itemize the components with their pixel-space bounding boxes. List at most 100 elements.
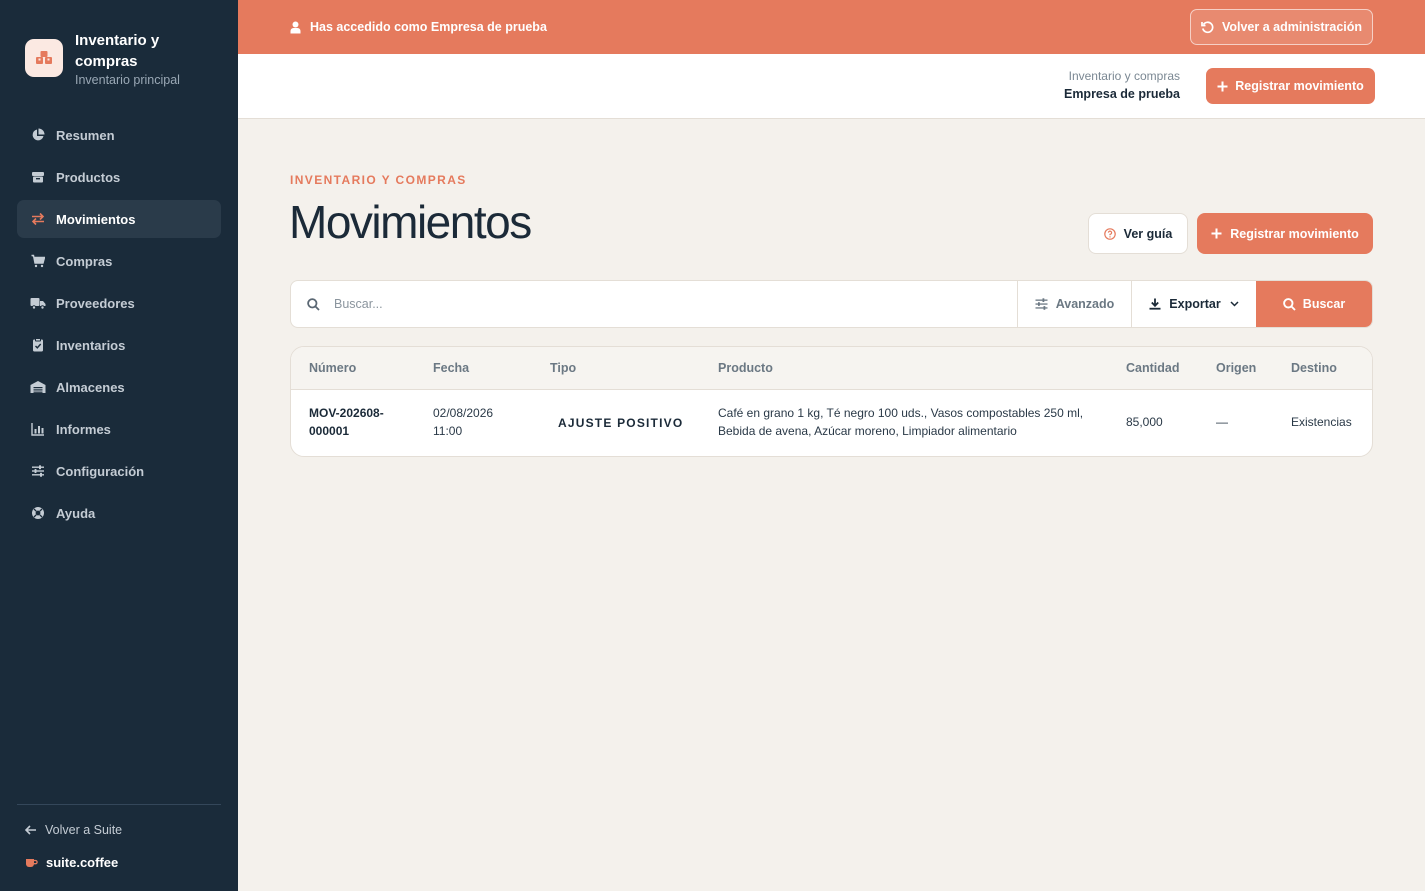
register-movement-label: Registrar movimiento: [1230, 226, 1359, 241]
advanced-filter-button[interactable]: Avanzado: [1017, 281, 1131, 327]
sidebar-item-label: Informes: [56, 421, 111, 437]
sidebar-item-productos[interactable]: Productos: [17, 158, 221, 196]
column-header-numero[interactable]: Número: [309, 361, 356, 375]
column-header-cantidad[interactable]: Cantidad: [1126, 361, 1179, 375]
plus-icon: [1217, 81, 1228, 92]
sidebar-item-label: Compras: [56, 253, 113, 269]
column-header-producto[interactable]: Producto: [718, 361, 773, 375]
cell-fecha-time: 11:00: [433, 424, 463, 438]
app-brand: Inventario y compras Inventario principa…: [25, 30, 195, 87]
cell-tipo: AJUSTE POSITIVO: [558, 414, 683, 432]
sidebar-item-informes[interactable]: Informes: [17, 410, 221, 448]
header-module: Inventario y compras: [1068, 69, 1180, 83]
arrow-left-icon: [25, 825, 37, 835]
clipboard-check-icon: [30, 337, 46, 353]
banner-message: Has accedido como Empresa de prueba: [290, 20, 547, 34]
cell-cantidad: 85,000: [1126, 415, 1163, 429]
column-header-fecha[interactable]: Fecha: [433, 361, 469, 375]
sidebar-item-configuracion[interactable]: Configuración: [17, 452, 221, 490]
bar-chart-icon: [30, 421, 46, 437]
cell-destino: Existencias: [1291, 415, 1352, 429]
cell-numero-line2: 000001: [309, 424, 350, 438]
coffee-cup-icon: [25, 857, 38, 868]
back-to-admin-label: Volver a administración: [1221, 20, 1363, 34]
help-circle-icon: [1103, 227, 1116, 240]
search-icon: [307, 297, 320, 311]
arrows-swap-icon: [30, 211, 46, 227]
app-title: Inventario y compras: [75, 32, 160, 70]
cell-origen: —: [1216, 415, 1228, 429]
user-icon: [290, 21, 301, 34]
sidebar-item-almacenes[interactable]: Almacenes: [17, 368, 221, 406]
sidebar-item-label: Productos: [56, 169, 121, 185]
plus-icon: [1211, 228, 1222, 239]
search-input[interactable]: [334, 297, 934, 311]
sidebar-item-resumen[interactable]: Resumen: [17, 116, 221, 154]
export-dropdown[interactable]: Exportar: [1131, 281, 1256, 327]
header-context: Inventario y compras Empresa de prueba: [1064, 69, 1180, 101]
undo-icon: [1201, 20, 1214, 34]
sidebar-item-label: Movimientos: [56, 211, 136, 227]
view-guide-button[interactable]: Ver guía: [1088, 213, 1188, 254]
back-to-admin-button[interactable]: Volver a administración: [1190, 9, 1373, 45]
cell-producto: Café en grano 1 kg, Té negro 100 uds., V…: [718, 404, 1083, 440]
cell-numero[interactable]: MOV-202608- 000001: [309, 404, 384, 440]
sidebar-item-label: Almacenes: [56, 379, 125, 395]
download-icon: [1149, 298, 1161, 310]
search-bar: Avanzado Exportar Buscar: [290, 280, 1373, 328]
sidebar-item-inventarios[interactable]: Inventarios: [17, 326, 221, 364]
column-header-origen[interactable]: Origen: [1216, 361, 1256, 375]
search-field: [291, 281, 1017, 327]
box-icon: [30, 169, 46, 185]
impersonation-banner: Has accedido como Empresa de prueba Volv…: [238, 0, 1425, 54]
cell-fecha: 02/08/2026 11:00: [433, 404, 493, 440]
truck-icon: [30, 295, 46, 311]
table-header: Número Fecha Tipo Producto Cantidad Orig…: [291, 347, 1372, 390]
column-header-destino[interactable]: Destino: [1291, 361, 1337, 375]
search-submit-button[interactable]: Buscar: [1256, 281, 1372, 327]
sidebar: Inventario y compras Inventario principa…: [0, 0, 238, 891]
search-submit-label: Buscar: [1302, 297, 1346, 311]
cell-fecha-date: 02/08/2026: [433, 406, 494, 420]
banner-text: Has accedido como Empresa de prueba: [310, 20, 547, 34]
sidebar-item-compras[interactable]: Compras: [17, 242, 221, 280]
advanced-filter-label: Avanzado: [1055, 297, 1115, 311]
back-to-suite-label: Volver a Suite: [45, 823, 123, 837]
sidebar-item-label: Configuración: [56, 463, 145, 479]
sidebar-item-label: Inventarios: [56, 337, 126, 353]
header-register-movement-label: Registrar movimiento: [1235, 79, 1364, 93]
sliders-icon: [30, 463, 46, 479]
suite-brand: suite.coffee: [25, 855, 118, 870]
sidebar-divider: [17, 804, 221, 805]
movement-type-badge: AJUSTE POSITIVO: [558, 416, 684, 430]
header-company: Empresa de prueba: [1063, 87, 1180, 101]
page-eyebrow: INVENTARIO Y COMPRAS: [290, 173, 467, 187]
back-to-suite-link[interactable]: Volver a Suite: [25, 823, 122, 837]
cell-producto-line2: Bebida de avena, Azúcar moreno, Limpiado…: [718, 424, 1017, 438]
cell-numero-line1: MOV-202608-: [309, 406, 384, 420]
app-subtitle: Inventario principal: [75, 73, 180, 87]
chevron-down-icon: [1230, 301, 1239, 307]
sidebar-item-label: Resumen: [56, 127, 115, 143]
cart-icon: [30, 253, 46, 269]
header-register-movement-button[interactable]: Registrar movimiento: [1206, 68, 1375, 104]
export-label: Exportar: [1169, 297, 1221, 311]
sidebar-item-label: Proveedores: [56, 295, 135, 311]
movements-table: Número Fecha Tipo Producto Cantidad Orig…: [290, 346, 1373, 457]
top-header: Inventario y compras Empresa de prueba R…: [238, 54, 1425, 119]
sidebar-item-movimientos[interactable]: Movimientos: [17, 200, 221, 238]
column-header-tipo[interactable]: Tipo: [550, 361, 576, 375]
view-guide-label: Ver guía: [1123, 226, 1173, 241]
sidebar-nav: Resumen Productos Movimientos Compras Pr…: [17, 116, 221, 536]
search-icon: [1282, 297, 1296, 311]
page-title: Movimientos: [289, 196, 532, 248]
register-movement-button[interactable]: Registrar movimiento: [1197, 213, 1373, 254]
pie-chart-icon: [30, 127, 46, 143]
suite-brand-label: suite.coffee: [46, 855, 119, 870]
sidebar-item-ayuda[interactable]: Ayuda: [17, 494, 221, 532]
warehouse-icon: [30, 379, 46, 395]
table-row[interactable]: MOV-202608- 000001 02/08/2026 11:00 AJUS…: [291, 390, 1372, 456]
sidebar-item-proveedores[interactable]: Proveedores: [17, 284, 221, 322]
sidebar-item-label: Ayuda: [56, 505, 96, 521]
cell-producto-line1: Café en grano 1 kg, Té negro 100 uds., V…: [718, 406, 1084, 420]
